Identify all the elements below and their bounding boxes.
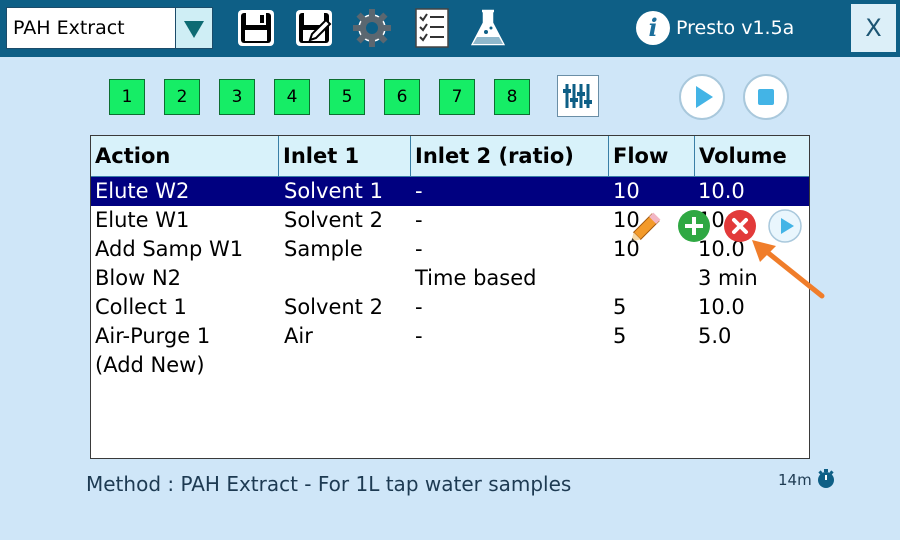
column-header-action[interactable]: Action [91, 136, 279, 176]
cell-action: Air-Purge 1 [95, 324, 211, 348]
cell-flow: 5 [613, 295, 627, 319]
elapsed-timer: 14m [778, 468, 836, 490]
method-steps-table[interactable]: Action Inlet 1 Inlet 2 (ratio) Flow Volu… [90, 135, 810, 459]
checklist-icon[interactable] [410, 6, 454, 50]
method-description: Method : PAH Extract - For 1L tap water … [86, 472, 572, 496]
delete-x-icon [724, 210, 756, 242]
cell-inlet2: - [415, 295, 423, 319]
table-row[interactable]: Elute W2 Solvent 1 - 10 10.0 [91, 177, 809, 206]
step-button-3[interactable]: 3 [219, 79, 255, 115]
cell-flow: 5 [613, 324, 627, 348]
cell-volume: 5.0 [698, 324, 732, 348]
step-button-4[interactable]: 4 [274, 79, 310, 115]
cell-action: Blow N2 [95, 266, 182, 290]
version-label: Presto v1.5a [676, 17, 795, 39]
column-header-inlet1[interactable]: Inlet 1 [279, 136, 411, 176]
play-button[interactable] [679, 74, 725, 120]
cell-action: Add Samp W1 [95, 237, 244, 261]
method-select-value: PAH Extract [13, 17, 125, 39]
column-header-inlet2[interactable]: Inlet 2 (ratio) [411, 136, 609, 176]
stop-button[interactable] [743, 74, 789, 120]
timer-label: 14m [778, 471, 812, 489]
cell-inlet1: Solvent 2 [284, 208, 383, 232]
column-header-volume[interactable]: Volume [695, 136, 809, 176]
table-row[interactable]: Collect 1 Solvent 2 - 5 10.0 [91, 293, 809, 322]
flask-icon[interactable] [466, 6, 510, 50]
cell-inlet2: - [415, 324, 423, 348]
step-button-6[interactable]: 6 [384, 79, 420, 115]
step-button-1[interactable]: 1 [109, 79, 145, 115]
table-header: Action Inlet 1 Inlet 2 (ratio) Flow Volu… [91, 136, 809, 177]
cell-inlet1: Sample [284, 237, 363, 261]
stopwatch-icon [818, 469, 835, 488]
cell-volume: 10.0 [698, 179, 745, 203]
info-icon[interactable]: i [636, 11, 670, 45]
plus-icon [678, 210, 710, 242]
cell-inlet2: - [415, 179, 423, 203]
save-icon[interactable] [234, 6, 278, 50]
top-toolbar: PAH Extract i Presto v1.5a X [0, 0, 900, 57]
column-header-flow[interactable]: Flow [609, 136, 695, 176]
method-select[interactable]: PAH Extract [6, 7, 213, 49]
save-edit-icon[interactable] [292, 6, 336, 50]
add-step-button[interactable] [677, 209, 711, 247]
step-button-2[interactable]: 2 [164, 79, 200, 115]
gear-icon[interactable] [350, 6, 394, 50]
cell-action: (Add New) [95, 353, 205, 377]
cell-inlet1: Solvent 2 [284, 295, 383, 319]
cell-flow: 10 [613, 179, 640, 203]
cell-action: Elute W2 [95, 179, 190, 203]
cell-volume: 10.0 [698, 295, 745, 319]
cell-inlet2: - [415, 208, 423, 232]
step-button-8[interactable]: 8 [494, 79, 530, 115]
cell-inlet2: - [415, 237, 423, 261]
annotation-arrow [752, 240, 825, 299]
cell-action: Collect 1 [95, 295, 187, 319]
close-button[interactable]: X [851, 4, 896, 52]
cell-inlet1: Air [284, 324, 313, 348]
edit-pencil-icon[interactable] [627, 206, 667, 250]
step-button-5[interactable]: 5 [329, 79, 365, 115]
stop-icon [758, 89, 774, 105]
table-row[interactable]: Air-Purge 1 Air - 5 5.0 [91, 322, 809, 351]
cell-action: Elute W1 [95, 208, 190, 232]
cell-inlet1: Solvent 1 [284, 179, 383, 203]
table-row[interactable]: Blow N2 Time based 3 min [91, 264, 809, 293]
play-icon [696, 86, 713, 108]
step-button-7[interactable]: 7 [439, 79, 475, 115]
mixer-settings-button[interactable] [557, 75, 599, 117]
chevron-down-icon[interactable] [175, 8, 212, 48]
play-icon [768, 209, 802, 243]
add-new-row[interactable]: (Add New) [91, 351, 809, 380]
cell-inlet2: Time based [415, 266, 537, 290]
sliders-icon [563, 84, 592, 108]
